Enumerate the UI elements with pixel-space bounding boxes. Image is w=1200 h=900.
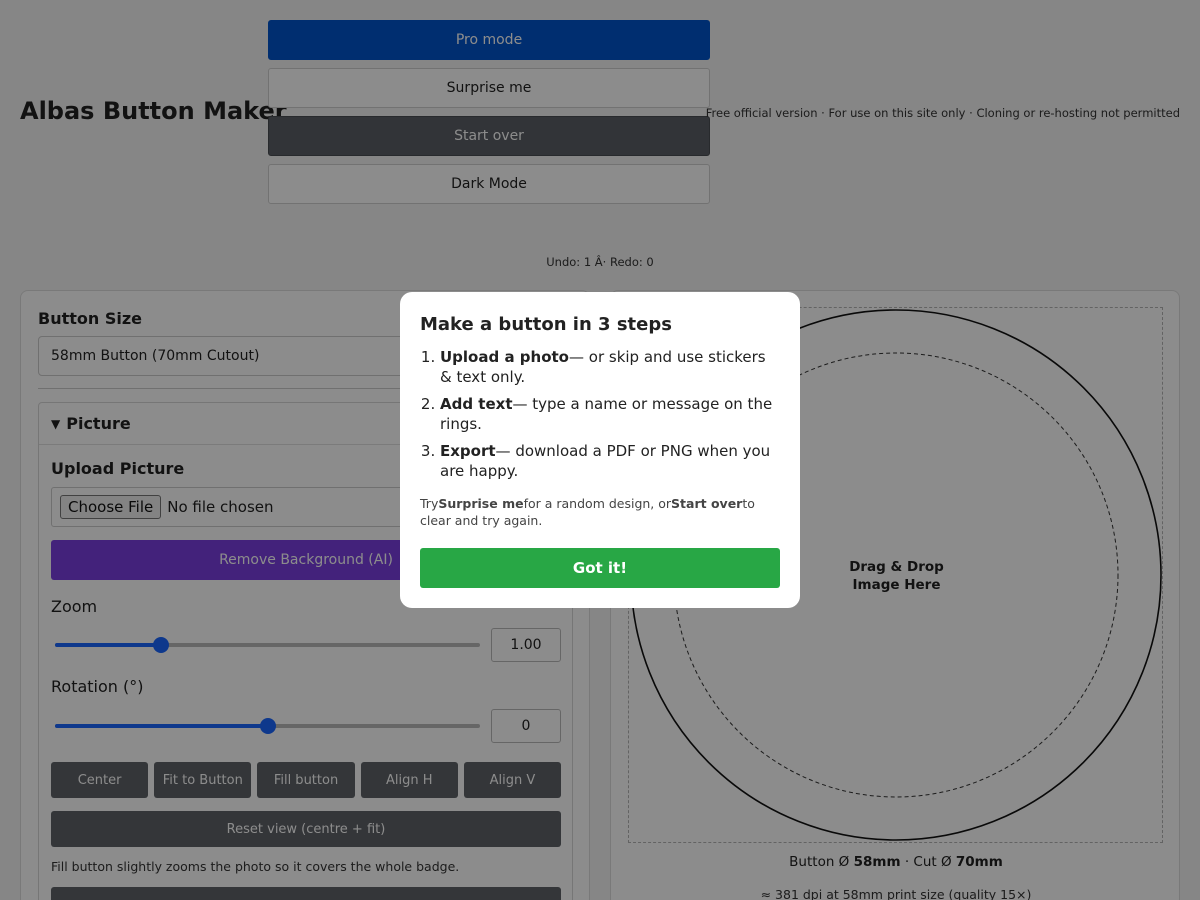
- step-item: Add text— type a name or message on the …: [440, 394, 780, 434]
- step-item: Export— download a PDF or PNG when you a…: [440, 441, 780, 481]
- step-item: Upload a photo— or skip and use stickers…: [440, 347, 780, 387]
- step-title: Add text: [440, 395, 513, 413]
- steps-list: Upload a photo— or skip and use stickers…: [420, 347, 780, 481]
- modal-footnote: TrySurprise mefor a random design, orSta…: [420, 495, 780, 529]
- foot-start-over: Start over: [671, 496, 743, 511]
- got-it-button[interactable]: Got it!: [420, 548, 780, 588]
- step-title: Export: [440, 442, 496, 460]
- modal-title: Make a button in 3 steps: [420, 314, 672, 335]
- step-title: Upload a photo: [440, 348, 569, 366]
- foot-try: Try: [420, 496, 439, 511]
- foot-mid: for a random design, or: [523, 496, 672, 511]
- foot-surprise: Surprise me: [438, 496, 524, 511]
- onboarding-modal: Make a button in 3 steps Upload a photo—…: [400, 292, 800, 608]
